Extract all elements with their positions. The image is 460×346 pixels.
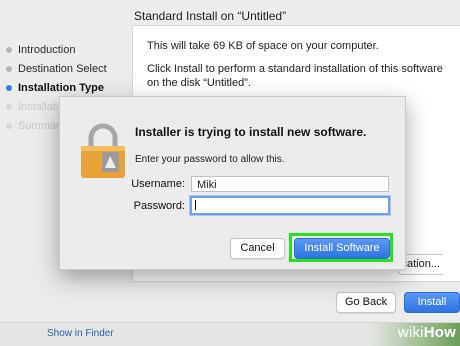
show-in-finder-link[interactable]: Show in Finder: [47, 328, 114, 339]
step-installation-type: Installation Type: [6, 79, 131, 97]
install-button[interactable]: Install: [404, 292, 460, 313]
lock-icon: [81, 123, 125, 178]
step-dot-active: [6, 85, 12, 91]
step-introduction: Introduction: [6, 41, 131, 59]
step-label: Introduction: [18, 44, 76, 56]
username-label: Username:: [131, 178, 185, 190]
password-field[interactable]: [190, 196, 390, 215]
dialog-description: Enter your password to allow this.: [135, 154, 285, 165]
go-back-button[interactable]: Go Back: [336, 292, 396, 313]
cancel-button[interactable]: Cancel: [230, 238, 285, 259]
step-dot: [6, 104, 12, 110]
step-destination-select: Destination Select: [6, 60, 131, 78]
watermark-prefix: wiki: [397, 324, 424, 341]
wikihow-watermark: wikiHow: [398, 324, 456, 341]
step-dot: [6, 66, 12, 72]
step-label: Destination Select: [18, 63, 107, 75]
watermark-suffix: How: [423, 324, 456, 341]
step-label: Installation Type: [18, 82, 104, 94]
auth-dialog: Installer is trying to install new softw…: [59, 96, 406, 270]
text-caret: [195, 200, 196, 210]
step-label: Summary: [18, 120, 66, 132]
bottom-strip: Show in Finder wikiHow: [0, 322, 460, 346]
green-highlight-box: [289, 233, 393, 262]
step-dot: [6, 123, 12, 129]
step-dot: [6, 47, 12, 53]
username-field[interactable]: Miki: [191, 176, 389, 192]
install-instructions-line2: on the disk “Untitled”.: [147, 77, 251, 89]
dialog-title: Installer is trying to install new softw…: [135, 125, 367, 139]
space-required-text: This will take 69 KB of space on your co…: [147, 40, 379, 52]
window-title: Standard Install on “Untitled”: [134, 9, 287, 23]
password-label: Password:: [133, 200, 185, 212]
